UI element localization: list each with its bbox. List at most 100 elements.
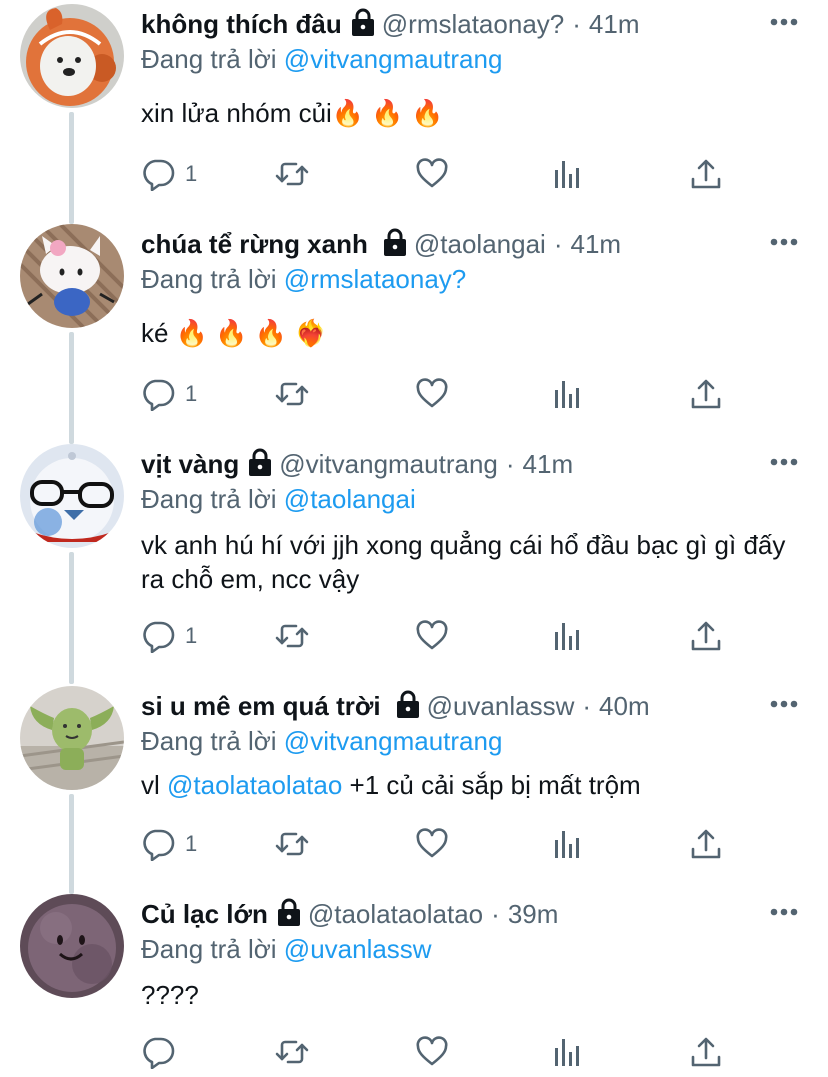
lock-icon bbox=[276, 897, 302, 927]
tweet-actions: 1 bbox=[141, 824, 731, 864]
share-button[interactable] bbox=[689, 824, 723, 864]
analytics-button[interactable] bbox=[551, 154, 585, 194]
replying-to: Đang trả lời @vitvangmautrang bbox=[141, 724, 502, 758]
heart-icon bbox=[415, 1035, 449, 1069]
replying-to: Đang trả lời @vitvangmautrang bbox=[141, 42, 502, 76]
like-button[interactable] bbox=[415, 1032, 449, 1072]
reply-icon bbox=[141, 157, 175, 191]
avatar[interactable] bbox=[20, 224, 124, 328]
retweet-button[interactable] bbox=[275, 824, 309, 864]
like-button[interactable] bbox=[415, 154, 449, 194]
reply-button[interactable]: 1 bbox=[141, 374, 197, 414]
share-icon bbox=[689, 619, 723, 653]
tweet[interactable]: vịt vàng @vitvangmautrang · 41m Đang trả… bbox=[0, 442, 828, 684]
tweet-text: ???? bbox=[141, 980, 199, 1010]
retweet-button[interactable] bbox=[275, 1032, 309, 1072]
retweet-button[interactable] bbox=[275, 154, 309, 194]
tweet[interactable]: chúa tể rừng xanh @taolangai · 41m Đang … bbox=[0, 222, 828, 442]
tweet-text: vl @taolataolatao +1 củ cải sắp bị mất t… bbox=[141, 768, 801, 802]
replying-to-handle[interactable]: @vitvangmautrang bbox=[284, 44, 503, 74]
tweet-header: chúa tể rừng xanh @taolangai · 41m bbox=[141, 222, 621, 266]
share-button[interactable] bbox=[689, 154, 723, 194]
display-name[interactable]: vịt vàng bbox=[141, 442, 239, 486]
like-button[interactable] bbox=[415, 374, 449, 414]
tweet-timestamp[interactable]: 41m bbox=[523, 442, 574, 486]
more-options-icon[interactable] bbox=[770, 18, 798, 26]
user-handle[interactable]: @taolataolatao bbox=[308, 892, 483, 936]
more-options-icon[interactable] bbox=[770, 458, 798, 466]
lock-icon bbox=[247, 447, 273, 477]
reply-count: 1 bbox=[185, 831, 198, 856]
reply-button[interactable] bbox=[141, 1032, 185, 1072]
bar-chart-icon bbox=[551, 157, 585, 191]
more-options-icon[interactable] bbox=[770, 700, 798, 708]
share-button[interactable] bbox=[689, 616, 723, 656]
lock-icon bbox=[350, 7, 376, 37]
separator-dot: · bbox=[582, 691, 592, 721]
tweet[interactable]: không thích đâu @rmslataonay? · 41m Đang… bbox=[0, 2, 828, 222]
user-handle[interactable]: @uvanlassw bbox=[427, 684, 575, 728]
tweet[interactable]: Củ lạc lớn @taolataolatao · 39m Đang trả… bbox=[0, 892, 828, 1077]
replying-to-handle[interactable]: @vitvangmautrang bbox=[284, 726, 503, 756]
tweet[interactable]: si u mê em quá trời @uvanlassw · 40m Đan… bbox=[0, 684, 828, 892]
user-handle[interactable]: @rmslataonay? bbox=[382, 2, 564, 46]
replying-to-handle[interactable]: @uvanlassw bbox=[284, 934, 432, 964]
display-name[interactable]: Củ lạc lớn bbox=[141, 892, 268, 936]
share-button[interactable] bbox=[689, 1032, 723, 1072]
avatar[interactable] bbox=[20, 686, 124, 790]
display-name[interactable]: si u mê em quá trời bbox=[141, 684, 381, 728]
tweet-text-part: +1 củ cải sắp bị mất trộm bbox=[342, 770, 641, 800]
analytics-button[interactable] bbox=[551, 1032, 585, 1072]
like-button[interactable] bbox=[415, 824, 449, 864]
bear-in-fish-costume-avatar bbox=[20, 4, 124, 108]
reply-button[interactable]: 1 bbox=[141, 616, 197, 656]
green-toy-figure-avatar bbox=[20, 686, 124, 790]
tweet-text: xin lửa nhóm củi🔥 🔥 🔥 bbox=[141, 98, 444, 128]
reply-button[interactable]: 1 bbox=[141, 824, 197, 864]
retweet-icon bbox=[275, 1035, 309, 1069]
user-handle[interactable]: @taolangai bbox=[414, 222, 546, 266]
tweet-actions bbox=[141, 1032, 731, 1072]
tweet-timestamp[interactable]: 41m bbox=[589, 2, 640, 46]
share-icon bbox=[689, 827, 723, 861]
analytics-button[interactable] bbox=[551, 824, 585, 864]
display-name[interactable]: chúa tể rừng xanh bbox=[141, 222, 368, 266]
tweet-timestamp[interactable]: 41m bbox=[570, 222, 621, 266]
tweet-actions: 1 bbox=[141, 616, 731, 656]
analytics-button[interactable] bbox=[551, 374, 585, 414]
tweet-text: ké 🔥 🔥 🔥 ❤️‍🔥 bbox=[141, 318, 327, 348]
like-button[interactable] bbox=[415, 616, 449, 656]
reply-icon bbox=[141, 1035, 175, 1069]
display-name[interactable]: không thích đâu bbox=[141, 2, 342, 46]
tweet-timestamp[interactable]: 39m bbox=[508, 892, 559, 936]
mention-link[interactable]: @taolataolatao bbox=[167, 770, 342, 800]
more-options-icon[interactable] bbox=[770, 908, 798, 916]
replying-to-handle[interactable]: @taolangai bbox=[284, 484, 416, 514]
avatar[interactable] bbox=[20, 4, 124, 108]
replying-to: Đang trả lời @rmslataonay? bbox=[141, 262, 466, 296]
reply-icon bbox=[141, 827, 175, 861]
purple-fuzzy-blob-avatar bbox=[20, 894, 124, 998]
analytics-button[interactable] bbox=[551, 616, 585, 656]
hello-kitty-plush-avatar bbox=[20, 224, 124, 328]
share-button[interactable] bbox=[689, 374, 723, 414]
tweet-header: không thích đâu @rmslataonay? · 41m bbox=[141, 2, 640, 46]
more-options-icon[interactable] bbox=[770, 238, 798, 246]
avatar[interactable] bbox=[20, 444, 124, 548]
separator-dot: · bbox=[505, 449, 515, 479]
retweet-button[interactable] bbox=[275, 374, 309, 414]
user-handle[interactable]: @vitvangmautrang bbox=[279, 442, 498, 486]
retweet-button[interactable] bbox=[275, 616, 309, 656]
bar-chart-icon bbox=[551, 619, 585, 653]
replying-to-handle[interactable]: @rmslataonay? bbox=[284, 264, 466, 294]
reply-button[interactable]: 1 bbox=[141, 154, 197, 194]
tweet-actions: 1 bbox=[141, 374, 731, 414]
heart-icon bbox=[415, 157, 449, 191]
retweet-icon bbox=[275, 377, 309, 411]
share-icon bbox=[689, 377, 723, 411]
replying-to-label: Đang trả lời bbox=[141, 44, 277, 74]
retweet-icon bbox=[275, 157, 309, 191]
lock-icon bbox=[382, 227, 408, 257]
tweet-timestamp[interactable]: 40m bbox=[599, 684, 650, 728]
avatar[interactable] bbox=[20, 894, 124, 998]
